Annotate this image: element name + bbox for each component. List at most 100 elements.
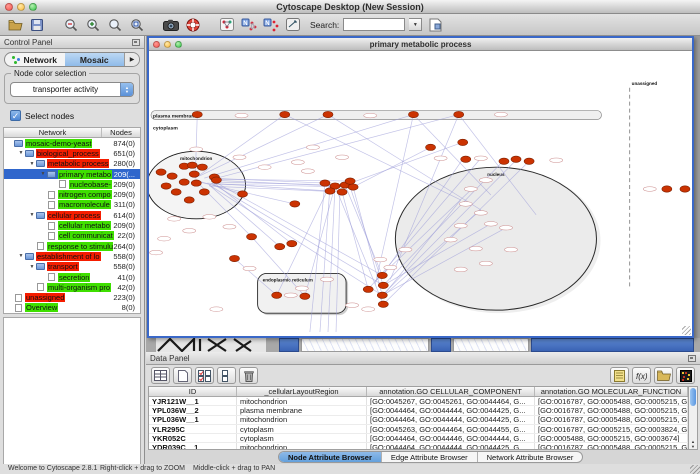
birdseye-view[interactable]	[3, 317, 141, 465]
import-attributes-folder-icon[interactable]	[654, 367, 673, 384]
table-column-header[interactable]: _cellularLayoutRegion	[237, 387, 367, 396]
tree-row[interactable]: ▼biological_process651(0)	[4, 148, 140, 158]
table-row[interactable]: YJR121W__1mitochondrion[GO:0045267, GO:0…	[149, 397, 688, 406]
background-window-sliver[interactable]	[301, 338, 429, 352]
tree-row[interactable]: multi-organism pro42(0)	[4, 282, 140, 292]
background-window-edge[interactable]	[431, 338, 451, 352]
tree-expand-icon[interactable]: ▼	[28, 264, 36, 270]
float-data-panel-icon[interactable]	[688, 355, 696, 362]
tree-row[interactable]: macromolecule311(0)	[4, 200, 140, 210]
create-network-from-selection-icon[interactable]: N	[240, 16, 258, 33]
network-node[interactable]	[524, 158, 534, 164]
region-nucleus[interactable]: nucleus	[395, 167, 600, 313]
tab-edge-attribute-browser[interactable]: Edge Attribute Browser	[382, 452, 478, 462]
tree-row[interactable]: secretion41(0)	[4, 272, 140, 282]
attribute-table-icon[interactable]	[151, 367, 170, 384]
tree-row[interactable]: Overview8(0)	[4, 303, 140, 313]
scrollbar-thumb[interactable]	[690, 388, 696, 406]
network-node[interactable]	[191, 180, 201, 186]
tree-row[interactable]: nucleobase-209(0)	[4, 179, 140, 189]
network-node[interactable]	[280, 111, 290, 117]
table-column-header[interactable]: ID	[149, 387, 237, 396]
vizmapper-icon[interactable]	[284, 16, 302, 33]
open-file-icon[interactable]	[6, 16, 24, 33]
tree-expand-icon[interactable]: ▼	[28, 161, 36, 167]
tab-mosaic[interactable]: Mosaic	[65, 53, 125, 66]
unselect-attributes-icon[interactable]	[217, 367, 236, 384]
network-node[interactable]	[511, 156, 521, 162]
tree-row[interactable]: mosaic-demo-yeast874(0)	[4, 138, 140, 148]
select-attributes-icon[interactable]	[195, 367, 214, 384]
network-node[interactable]	[197, 164, 207, 170]
tree-row[interactable]: ▼transport558(0)	[4, 262, 140, 272]
window-resize-grip[interactable]	[690, 465, 700, 474]
tree-row[interactable]: unassigned223(0)	[4, 292, 140, 302]
network-node[interactable]	[199, 189, 209, 195]
network-node[interactable]	[167, 173, 177, 179]
attribute-list-icon[interactable]	[610, 367, 629, 384]
tab-network[interactable]: Network	[5, 53, 65, 66]
save-session-icon[interactable]	[28, 16, 46, 33]
snapshot-camera-icon[interactable]	[162, 16, 180, 33]
zoom-out-icon[interactable]	[62, 16, 80, 33]
network-node[interactable]	[171, 189, 181, 195]
network-canvas[interactable]: plasma membrane cytoplasm mitochondrion …	[149, 51, 692, 336]
table-row[interactable]: YKR052Ccytoplasm[GO:0044464, GO:0044446,…	[149, 434, 688, 443]
tree-column-nodes[interactable]: Nodes	[102, 128, 140, 137]
tree-row[interactable]: ▼primary metabo209(...	[4, 169, 140, 179]
tree-row[interactable]: ▼cellular process614(0)	[4, 210, 140, 220]
table-row[interactable]: YPL036W__2plasma membrane[GO:0044464, GO…	[149, 406, 688, 415]
node-color-combobox[interactable]: transporter activity ▲▼	[10, 82, 134, 97]
tree-expand-icon[interactable]: ▼	[39, 171, 47, 177]
network-node[interactable]	[161, 183, 171, 189]
table-column-header[interactable]: annotation.GO CELLULAR_COMPONENT	[367, 387, 535, 396]
network-node[interactable]	[377, 272, 387, 278]
network-node[interactable]	[192, 111, 202, 117]
tree-row[interactable]: nitrogen compo209(0)	[4, 189, 140, 199]
new-attribute-icon[interactable]	[173, 367, 192, 384]
network-node[interactable]	[247, 234, 257, 240]
table-scrollbar[interactable]: ▲▼	[688, 386, 698, 450]
network-node[interactable]	[348, 184, 358, 190]
table-column-header[interactable]: annotation.GO MOLECULAR_FUNCTION	[535, 387, 688, 396]
network-node[interactable]	[461, 156, 471, 162]
create-network-from-edges-icon[interactable]: N	[262, 16, 280, 33]
tree-row[interactable]: cell communicat22(0)	[4, 231, 140, 241]
network-node[interactable]	[320, 180, 330, 186]
network-node[interactable]	[179, 179, 189, 185]
network-view-icon[interactable]	[218, 16, 236, 33]
help-lifering-icon[interactable]	[184, 16, 202, 33]
search-input[interactable]	[343, 18, 405, 31]
network-node[interactable]	[363, 286, 373, 292]
tree-row[interactable]: response to stimulu264(0)	[4, 241, 140, 251]
network-node[interactable]	[290, 201, 300, 207]
network-node[interactable]	[377, 292, 387, 298]
tab-node-attribute-browser[interactable]: Node Attribute Browser	[279, 452, 382, 462]
network-node[interactable]	[378, 301, 388, 307]
network-node[interactable]	[499, 158, 509, 164]
zoom-in-icon[interactable]	[84, 16, 102, 33]
network-node[interactable]	[211, 177, 221, 183]
network-node[interactable]	[300, 293, 310, 299]
network-node[interactable]	[189, 171, 199, 177]
tree-row[interactable]: ▼establishment of lo558(0)	[4, 251, 140, 261]
network-node[interactable]	[184, 197, 194, 203]
network-node[interactable]	[408, 111, 418, 117]
zoom-fit-icon[interactable]	[106, 16, 124, 33]
network-node[interactable]	[378, 282, 388, 288]
background-window-edge[interactable]	[531, 338, 694, 352]
network-node[interactable]	[323, 111, 333, 117]
network-node[interactable]	[345, 178, 355, 184]
network-node[interactable]	[426, 144, 436, 150]
formula-builder-icon[interactable]: f(x)	[632, 367, 651, 384]
delete-attribute-trash-icon[interactable]	[239, 367, 258, 384]
network-node[interactable]	[287, 240, 297, 246]
search-dropdown-icon[interactable]: ▼	[409, 18, 422, 31]
tree-expand-icon[interactable]: ▼	[28, 212, 36, 218]
tree-row[interactable]: cellular metabo209(0)	[4, 220, 140, 230]
network-node[interactable]	[458, 139, 468, 145]
network-node[interactable]	[325, 188, 335, 194]
table-row[interactable]: YPL036W__1mitochondrion[GO:0044464, GO:0…	[149, 416, 688, 425]
scrollbar-arrows-icon[interactable]: ▲▼	[689, 439, 697, 449]
network-node[interactable]	[156, 169, 166, 175]
